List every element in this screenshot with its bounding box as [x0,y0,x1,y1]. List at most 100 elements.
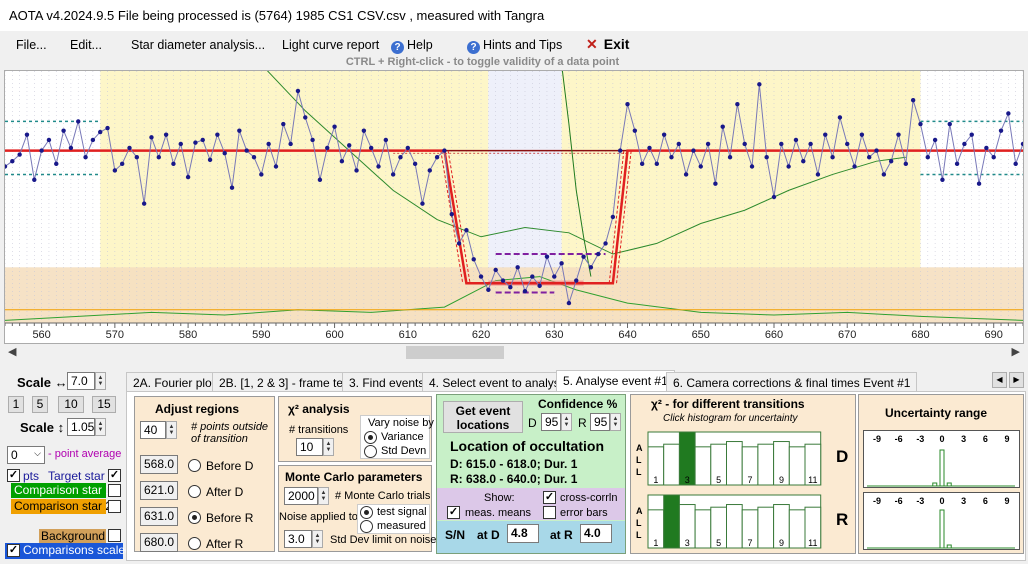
background-checkbox[interactable] [108,529,121,542]
data-point [112,168,118,173]
uncertainty-tick-label: 3 [961,496,966,506]
chart-scrollbar[interactable]: ◀ ▶ [4,344,1024,361]
menu-hints[interactable]: ? Hints and Tips [467,38,562,54]
measured-radio[interactable] [360,520,373,533]
menu-exit[interactable]: ✕ Exit [586,36,629,53]
scale-15-button[interactable]: 15 [92,396,116,413]
before-d-radio[interactable] [188,459,201,472]
data-point [976,181,982,186]
scroll-right-icon[interactable]: ▶ [1012,345,1020,358]
confidence-d-spinner[interactable]: ▲ ▼ [561,413,572,431]
point-average-select[interactable]: 0 ⌵ [7,446,45,464]
data-point [830,155,835,160]
tab-select-event[interactable]: 4. Select event to analyse [422,372,574,392]
tab-fourier-plot[interactable]: 2A. Fourier plot [126,372,223,392]
data-point [610,214,616,220]
mc-trials-input[interactable]: 2000 [284,487,318,505]
confidence-r-input[interactable]: 95 [590,413,610,431]
scale-v-spinner[interactable]: ▲ ▼ [95,418,106,436]
comparisons-scaled-checkbox[interactable]: ✓ [7,544,20,557]
x-tick-label: 630 [545,329,563,341]
window-title: AOTA v4.2024.9.5 File being processed is… [9,8,545,23]
menu-star-diameter[interactable]: Star diameter analysis... [131,38,265,52]
confidence-r-spinner[interactable]: ▲ ▼ [610,413,621,431]
after-d-radio[interactable] [188,485,201,498]
mc-trials-spinner[interactable]: ▲ ▼ [318,487,329,505]
light-curve-plot[interactable]: 560 570 580 590 600 610 620 630 640 650 660 670 680 6… [2,64,1026,343]
data-point [376,164,381,169]
pts-label: pts [23,469,40,483]
data-point [581,254,586,259]
data-point [508,284,513,290]
menu-help[interactable]: ? Help [391,38,433,54]
tab-camera-corrections[interactable]: 6. Camera corrections & final times Even… [666,372,918,392]
transitions-spinner[interactable]: ▲ ▼ [323,438,334,456]
points-outside-input[interactable]: 40 [140,421,166,439]
test-signal-label: test signal [377,506,427,518]
scroll-thumb[interactable] [406,346,504,359]
data-point [163,132,169,137]
error-bars-checkbox[interactable] [543,506,556,519]
pts-checkbox[interactable]: ✓ [7,469,20,482]
confidence-r-label: R [578,416,587,430]
data-point [68,145,74,151]
before-r-radio[interactable] [188,511,201,524]
data-point [969,132,974,137]
points-outside-spinner[interactable]: ▲ ▼ [166,421,177,439]
meas-means-checkbox[interactable]: ✓ [447,506,460,519]
histogram-tick-label: 5 [716,475,721,485]
std-devn-radio[interactable] [364,445,377,458]
data-point [991,155,996,160]
data-point [903,161,909,167]
target-star-checkbox[interactable]: ✓ [108,469,121,482]
data-point [881,172,887,177]
comparison-star-1-checkbox[interactable] [108,484,121,497]
scale-5-button[interactable]: 5 [32,396,48,413]
data-point [998,128,1004,133]
data-point [442,148,447,153]
scale-h-spinner[interactable]: ▲ ▼ [95,372,106,390]
variance-radio[interactable] [364,431,377,444]
data-point [266,141,271,147]
r-histogram-label: R [836,510,849,529]
chi2-transitions-title: χ² - for different transitions [651,397,805,411]
menu-edit[interactable]: Edit... [70,38,102,52]
scale-v-input[interactable]: 1.05 [67,418,95,436]
data-point [632,128,638,133]
data-point [954,161,960,167]
scale-1-button[interactable]: 1 [8,396,24,413]
uncertainty-tick-label: 0 [939,496,944,506]
r-histogram[interactable]: ALL1 3 5 7 9 11 [634,492,828,550]
comparison-star-2-checkbox[interactable] [108,500,121,513]
data-point [676,141,681,147]
after-r-radio[interactable] [188,537,201,550]
test-signal-radio[interactable] [360,506,373,519]
cross-corr-checkbox[interactable]: ✓ [543,491,556,504]
scale-10-button[interactable]: 10 [58,396,84,413]
tab-frame-test[interactable]: 2B. [1, 2 & 3] - frame test [212,372,360,392]
tab-find-events[interactable]: 3. Find events [342,372,432,392]
transitions-input[interactable]: 10 [296,438,323,456]
background-label: Background [39,529,106,544]
data-point [207,157,213,163]
transitions-label: # transitions [289,424,349,436]
tab-scroll-right-icon[interactable]: ▶ [1009,372,1024,388]
menu-light-curve-report[interactable]: Light curve report [282,38,379,52]
confidence-d-input[interactable]: 95 [541,413,561,431]
data-point [771,194,777,200]
get-event-locations-button[interactable]: Get event locations [443,401,523,433]
std-dev-limit-input[interactable]: 3.0 [284,530,312,548]
std-dev-limit-spinner[interactable]: ▲ ▼ [312,530,323,548]
tab-analyse-event[interactable]: 5. Analyse event #1 [556,370,675,392]
menu-file[interactable]: File... [16,38,47,52]
data-point [918,121,923,127]
d-histogram[interactable]: ALL1 3 5 7 9 11 [634,429,828,487]
histogram-tick-label: 7 [748,475,753,485]
light-curve-chart[interactable]: 560 570 580 590 600 610 620 630 640 650 660 670 680 6… [2,64,1026,344]
data-point [522,288,528,294]
tab-scroll-left-icon[interactable]: ◀ [992,372,1007,388]
data-point [193,140,198,145]
data-point [500,278,506,283]
scroll-left-icon[interactable]: ◀ [8,345,16,358]
scale-h-input[interactable]: 7.0 [67,372,95,390]
